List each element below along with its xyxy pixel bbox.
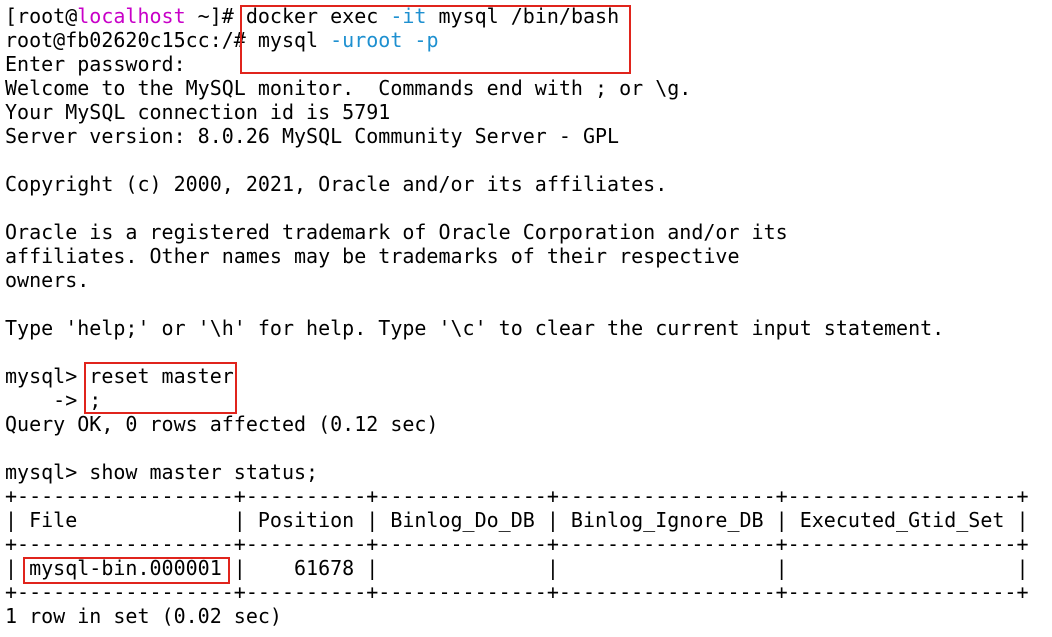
prompt-hostname: localhost bbox=[77, 4, 186, 28]
terminal-line: affiliates. Other names may be trademark… bbox=[5, 244, 740, 268]
table-header: | File | Position | Binlog_Do_DB | Binlo… bbox=[5, 508, 1029, 532]
table-row-rest: | 61678 | | | | bbox=[221, 556, 1029, 580]
terminal-line: Welcome to the MySQL monitor. Commands e… bbox=[5, 76, 692, 100]
terminal-line: Copyright (c) 2000, 2021, Oracle and/or … bbox=[5, 172, 668, 196]
highlight-box-commands bbox=[240, 5, 631, 74]
terminal-line: Your MySQL connection id is 5791 bbox=[5, 100, 391, 124]
terminal-line-row-count: 1 row in set (0.02 sec) bbox=[5, 604, 282, 628]
prompt-prefix: [root@ bbox=[5, 4, 78, 28]
terminal-output: [root@localhost ~]# docker exec -it mysq… bbox=[5, 4, 1029, 628]
table-border: +------------------+----------+---------… bbox=[5, 532, 1029, 556]
sql-command: show master status; bbox=[89, 460, 319, 484]
terminal-line: Oracle is a registered trademark of Orac… bbox=[5, 220, 788, 244]
terminal-line-show-status: mysql> show master status; bbox=[5, 460, 1029, 484]
highlight-box-binlog-file bbox=[23, 557, 230, 584]
continuation-prompt: -> bbox=[5, 388, 90, 412]
table-border: +------------------+----------+---------… bbox=[5, 484, 1029, 508]
highlight-box-reset-master bbox=[84, 362, 237, 414]
mysql-prompt: mysql> bbox=[5, 364, 90, 388]
terminal-line: owners. bbox=[5, 268, 90, 292]
container-prompt: root@fb02620c15cc:/# bbox=[5, 28, 258, 52]
mysql-prompt: mysql> bbox=[5, 460, 90, 484]
terminal-line: Type 'help;' or '\h' for help. Type '\c'… bbox=[5, 316, 945, 340]
terminal-line-query-result: Query OK, 0 rows affected (0.12 sec) bbox=[5, 412, 439, 436]
prompt-suffix: ~]# bbox=[185, 4, 246, 28]
terminal-line: Server version: 8.0.26 MySQL Community S… bbox=[5, 124, 620, 148]
